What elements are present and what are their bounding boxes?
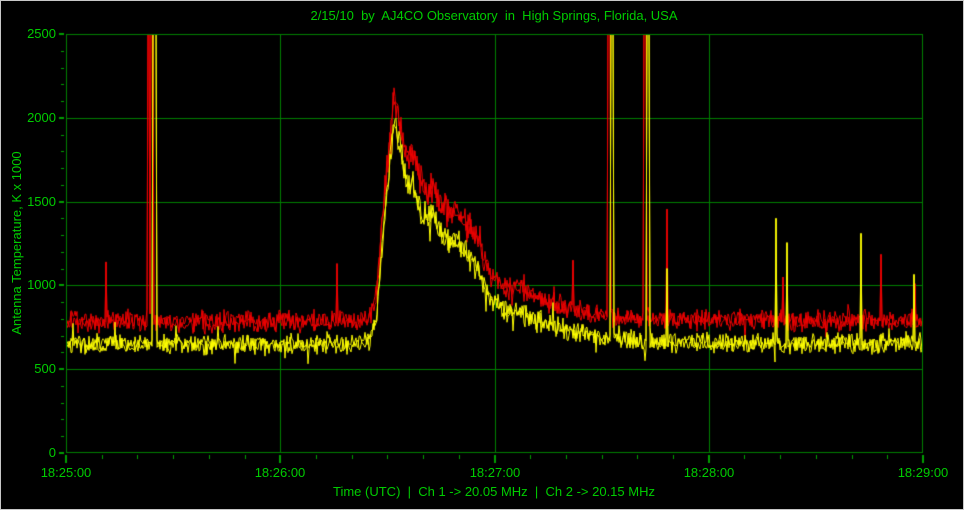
chart-title: 2/15/10 by AJ4CO Observatory in High Spr… — [310, 8, 678, 23]
x-tick-label: 18:29:00 — [897, 465, 949, 480]
y-axis-label: Antenna Temperature, K x 1000 — [9, 151, 24, 335]
strip-chart-window: 2/15/10 by AJ4CO Observatory in High Spr… — [0, 0, 964, 510]
y-tick-label: 2500 — [27, 26, 56, 41]
x-tick-label: 18:26:00 — [254, 465, 306, 480]
x-tick-label: 18:25:00 — [40, 465, 92, 480]
x-tick-label: 18:27:00 — [469, 465, 521, 480]
y-tick-label: 0 — [48, 445, 56, 460]
x-axis-label: Time (UTC) | Ch 1 -> 20.05 MHz | Ch 2 ->… — [333, 484, 655, 499]
y-tick-label: 1000 — [27, 277, 56, 292]
chart-plot-area — [1, 1, 963, 509]
y-tick-label: 2000 — [27, 110, 56, 125]
y-tick-label: 1500 — [27, 194, 56, 209]
y-tick-label: 500 — [34, 361, 56, 376]
x-tick-label: 18:28:00 — [683, 465, 735, 480]
